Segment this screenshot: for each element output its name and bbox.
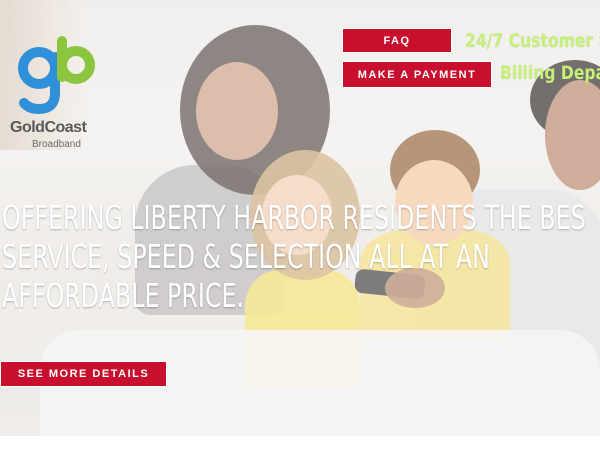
faq-button[interactable]: FAQ bbox=[342, 28, 452, 53]
headline-line: OFFERING LIBERTY HARBOR RESIDENTS THE BE… bbox=[2, 198, 586, 237]
page-bottom-strip bbox=[0, 436, 600, 458]
make-payment-button[interactable]: MAKE A PAYMENT bbox=[342, 61, 492, 88]
billing-department-link[interactable]: Billing Depar bbox=[500, 62, 600, 84]
headline-line: AFFORDABLE PRICE. bbox=[2, 276, 245, 315]
gb-monogram-icon bbox=[18, 36, 95, 115]
brand-name: GoldCoast bbox=[10, 119, 87, 136]
headline-line: SERVICE, SPEED & SELECTION ALL AT AN bbox=[2, 237, 490, 276]
customer-service-link[interactable]: 24/7 Customer S bbox=[465, 30, 600, 52]
hero-banner: GoldCoast Broadband FAQ MAKE A PAYMENT 2… bbox=[0, 0, 600, 436]
brand-subtitle: Broadband bbox=[32, 139, 81, 150]
hero-headline: OFFERING LIBERTY HARBOR RESIDENTS THE BE… bbox=[2, 198, 586, 315]
brand-logo[interactable]: GoldCoast Broadband bbox=[10, 35, 110, 155]
see-more-details-button[interactable]: SEE MORE DETAILS bbox=[0, 361, 167, 387]
